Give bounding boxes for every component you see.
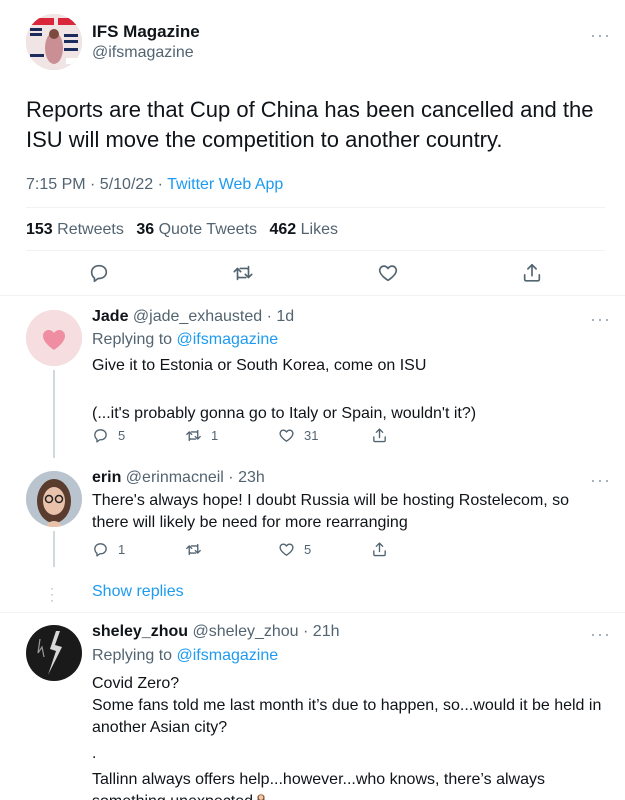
avatar[interactable]: [26, 310, 82, 366]
share-button[interactable]: [371, 427, 388, 444]
reply-icon: [94, 429, 107, 443]
share-icon: [373, 542, 386, 557]
quote-tweets-stat[interactable]: 36 Quote Tweets: [136, 221, 257, 238]
share-icon[interactable]: [521, 262, 543, 284]
thread-line: [53, 370, 55, 458]
tweet-meta: 7:15 PM · 5/10/22 · Twitter Web App: [26, 176, 283, 194]
replying-to-link[interactable]: @ifsmagazine: [177, 647, 279, 664]
tweet-text: Reports are that Cup of China has been c…: [26, 97, 594, 152]
more-icon[interactable]: ···: [590, 26, 611, 44]
reply-header: erin @erinmacneil · 23h: [92, 469, 265, 487]
reply-author-name[interactable]: sheley_zhou: [92, 623, 188, 640]
like-button[interactable]: 31: [278, 427, 318, 444]
avatar[interactable]: [26, 471, 82, 527]
reply-button[interactable]: 5: [92, 427, 125, 444]
main-tweet: IFS Magazine @ifsmagazine ··· Reports ar…: [0, 0, 625, 296]
reply-handle-time[interactable]: @erinmacneil · 23h: [126, 469, 265, 486]
reply-author-name[interactable]: erin: [92, 469, 121, 486]
replying-to: Replying to @ifsmagazine: [92, 647, 279, 664]
replying-to-link[interactable]: @ifsmagazine: [177, 331, 279, 348]
like-icon[interactable]: [377, 262, 399, 284]
thread-line: [53, 531, 55, 567]
share-icon: [373, 428, 386, 443]
share-button[interactable]: [371, 541, 388, 558]
replying-to: Replying to @ifsmagazine: [92, 331, 279, 348]
tweet-actions: [0, 262, 625, 286]
more-icon[interactable]: ···: [590, 471, 611, 489]
reply-header: Jade @jade_exhausted · 1d: [92, 308, 294, 326]
reply-author-name[interactable]: Jade: [92, 308, 128, 325]
reply-actions: 1 5: [92, 541, 392, 559]
divider: [26, 250, 605, 251]
reply-actions: 5 1 31: [92, 427, 392, 445]
reply-text: Give it to Estonia or South Korea, come …: [92, 357, 477, 422]
author-handle[interactable]: @ifsmagazine: [92, 44, 194, 62]
woman-shrugging-emoji: [257, 793, 265, 800]
author-avatar[interactable]: [26, 14, 82, 70]
more-icon[interactable]: ···: [590, 310, 611, 328]
divider: [26, 207, 605, 208]
like-button[interactable]: 5: [278, 541, 311, 558]
retweet-button[interactable]: [185, 541, 211, 558]
avatar[interactable]: [26, 625, 82, 681]
reply-button[interactable]: 1: [92, 541, 125, 558]
reply-tweet: Jade @jade_exhausted · 1d ··· Replying t…: [0, 296, 625, 458]
tweet-stats: 153 Retweets 36 Quote Tweets 462 Likes: [26, 221, 346, 239]
reply-icon: [94, 543, 107, 557]
tweet-source[interactable]: Twitter Web App: [167, 176, 283, 193]
more-icon[interactable]: ···: [590, 625, 611, 643]
show-replies-link[interactable]: Show replies: [92, 583, 184, 601]
reply-tweet: sheley_zhou @sheley_zhou · 21h ··· Reply…: [0, 613, 625, 800]
reply-text: Covid Zero? Some fans told me last month…: [92, 673, 607, 800]
author-name[interactable]: IFS Magazine: [92, 22, 200, 42]
reply-tweet: erin @erinmacneil · 23h ··· There's alwa…: [0, 459, 625, 579]
retweet-icon: [186, 429, 201, 442]
retweet-button[interactable]: 1: [185, 427, 218, 444]
retweets-stat[interactable]: 153 Retweets: [26, 221, 124, 238]
reply-icon[interactable]: [88, 262, 110, 284]
reply-text: There's always hope! I doubt Russia will…: [92, 492, 570, 531]
like-icon: [279, 543, 294, 556]
like-icon: [279, 429, 294, 442]
thread-dots: · · ·: [50, 581, 54, 607]
reply-handle-time[interactable]: @jade_exhausted · 1d: [133, 308, 294, 325]
likes-stat[interactable]: 462 Likes: [269, 221, 338, 238]
retweet-icon: [186, 543, 201, 556]
reply-handle-time[interactable]: @sheley_zhou · 21h: [192, 623, 339, 640]
reply-header: sheley_zhou @sheley_zhou · 21h: [92, 623, 339, 641]
tweet-thread: IFS Magazine @ifsmagazine ··· Reports ar…: [0, 0, 625, 800]
retweet-icon[interactable]: [232, 262, 254, 284]
tweet-timestamp[interactable]: 7:15 PM · 5/10/22 ·: [26, 176, 167, 193]
